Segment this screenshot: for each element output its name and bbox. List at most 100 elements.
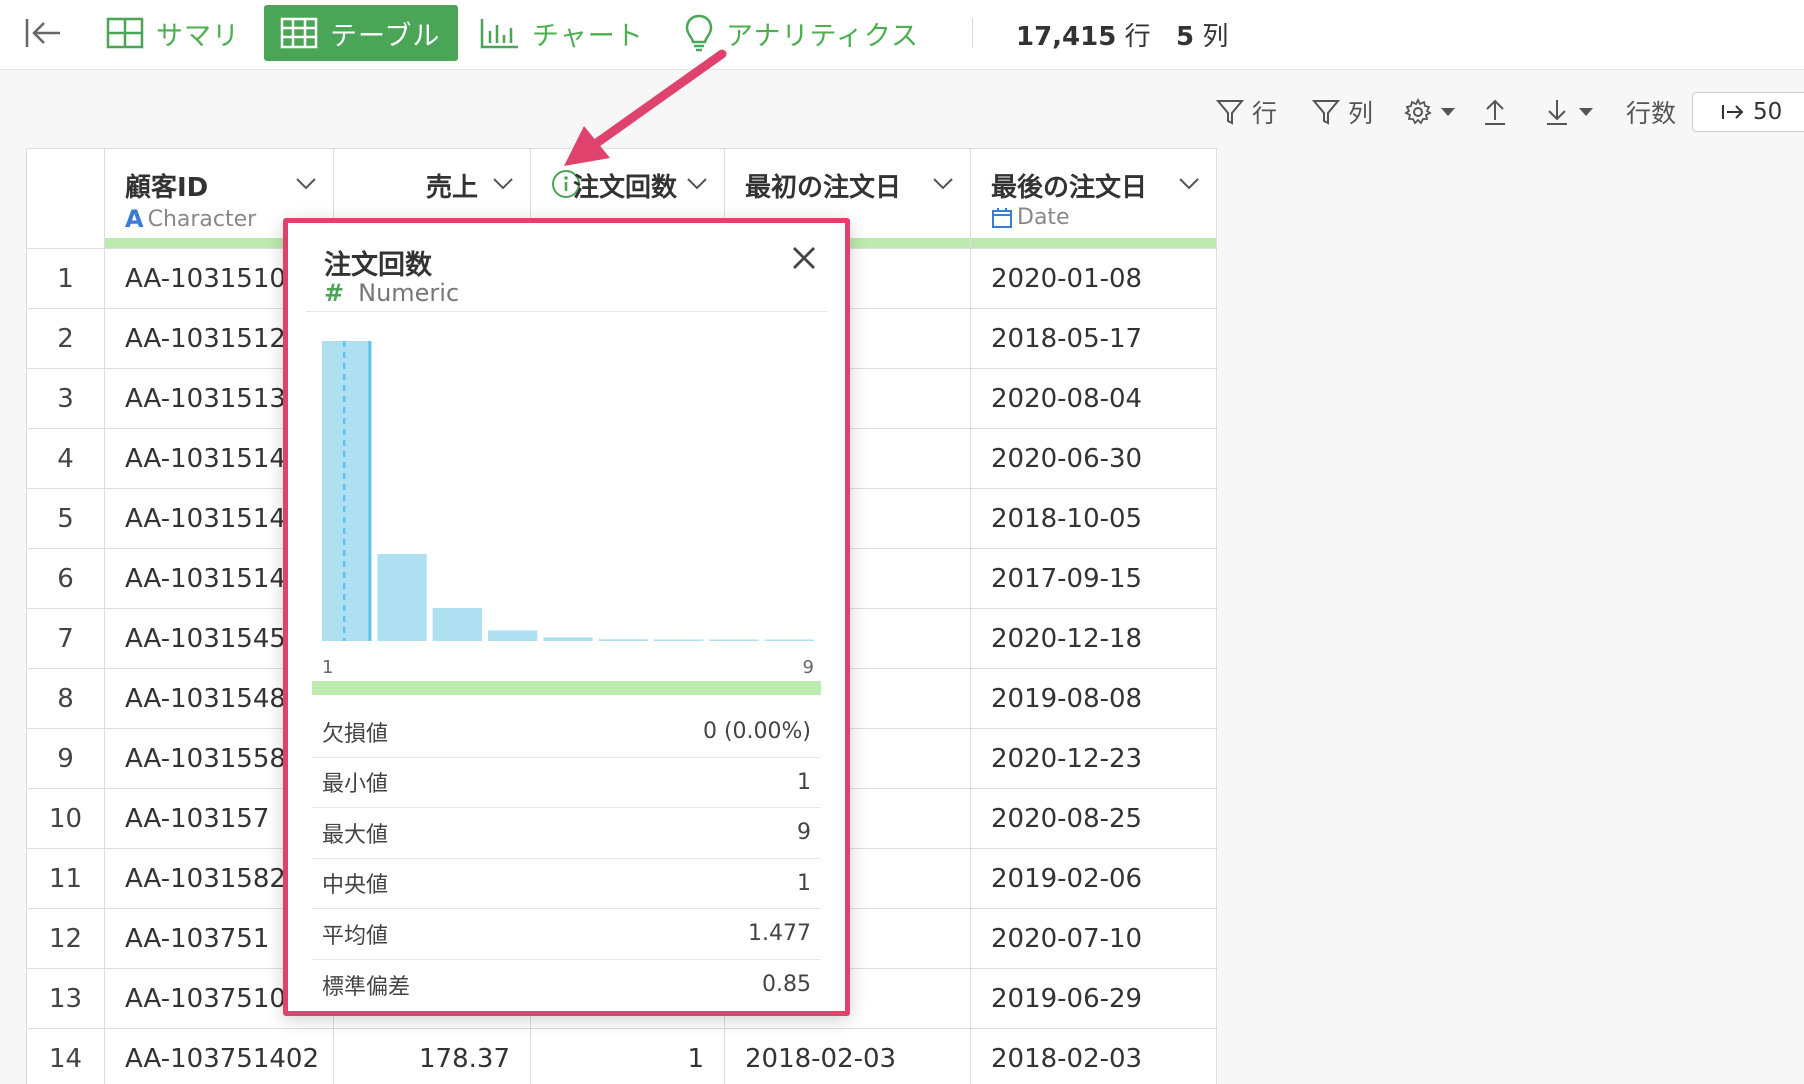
row-number: 3 <box>27 369 105 428</box>
stat-label: 最大値 <box>322 822 389 848</box>
stat-value: 1 <box>797 870 811 896</box>
tab-summary[interactable]: サマリ <box>90 5 256 61</box>
column-count: 5 列 <box>1176 16 1228 53</box>
popup-type: # Numeric <box>324 279 459 307</box>
table-icon <box>280 17 318 49</box>
rows-label: 行数 <box>1626 92 1676 132</box>
upload-button[interactable] <box>1482 92 1508 132</box>
last-order-date-cell[interactable]: 2020-01-08 <box>971 249 1217 308</box>
stats-list: 欠損値 0 (0.00%) 最小値 1 最大値 9 中央値 1 平均値 1.477 標準偏差 0.85 <box>312 707 821 1010</box>
tab-analytics-label: アナリティクス <box>726 20 920 52</box>
customer-id-cell[interactable]: AA-103751402 <box>105 1029 334 1084</box>
last-order-date-cell[interactable]: 2018-10-05 <box>971 489 1217 548</box>
last-order-date-cell[interactable]: 2017-09-15 <box>971 549 1217 608</box>
last-order-date-cell[interactable]: 2019-02-06 <box>971 849 1217 908</box>
collapse-left-icon[interactable] <box>24 16 62 50</box>
toolbar-divider <box>972 18 973 48</box>
column-title: 売上 <box>426 173 479 203</box>
tab-table-label: テーブル <box>330 20 441 52</box>
popup-divider <box>306 311 827 312</box>
filter-icon <box>1216 100 1244 125</box>
settings-button[interactable] <box>1404 92 1456 132</box>
last-order-date-cell[interactable]: 2020-12-18 <box>971 609 1217 668</box>
last-order-date-cell[interactable]: 2020-12-23 <box>971 729 1217 788</box>
histogram-chart <box>322 341 814 642</box>
row-number: 6 <box>27 549 105 608</box>
column-type-label: Date <box>1017 205 1070 230</box>
filter-icon <box>1312 100 1340 125</box>
arrow-right-bar-icon <box>1722 105 1744 119</box>
stat-row: 最小値 1 <box>312 758 821 808</box>
popup-title: 注文回数 <box>324 250 432 281</box>
caret-down-icon <box>1441 108 1455 116</box>
histogram: 1 9 <box>322 341 814 678</box>
row-number: 8 <box>27 669 105 728</box>
row-number: 14 <box>27 1029 105 1084</box>
download-button[interactable] <box>1544 92 1594 132</box>
upload-icon <box>1485 99 1505 125</box>
tab-summary-label: サマリ <box>156 20 240 52</box>
chevron-down-icon[interactable] <box>492 177 514 191</box>
row-number-header <box>27 149 105 248</box>
column-count-value: 5 <box>1176 22 1195 52</box>
last-order-date-cell[interactable]: 2020-06-30 <box>971 429 1217 488</box>
row-number: 4 <box>27 429 105 488</box>
grid-icon <box>106 17 144 49</box>
gear-icon <box>1404 98 1432 125</box>
column-title: 最後の注文日 <box>991 173 1148 203</box>
last-order-date-cell[interactable]: 2019-08-08 <box>971 669 1217 728</box>
stat-value: 0.85 <box>762 972 811 998</box>
order-count-cell[interactable]: 1 <box>531 1029 725 1084</box>
histogram-bar[interactable] <box>654 639 704 642</box>
last-order-date-cell[interactable]: 2018-02-03 <box>971 1029 1217 1084</box>
first-order-date-cell[interactable]: 2018-02-03 <box>725 1029 971 1084</box>
row-filter-button[interactable]: 行 <box>1216 92 1277 132</box>
stat-label: 中央値 <box>322 873 389 899</box>
character-icon: A <box>125 205 144 233</box>
row-count-value: 17,415 <box>1016 22 1117 52</box>
column-summary-popup: 注文回数 # Numeric 1 9 欠損値 0 (0.00%) 最小値 1 最大値 9 中… <box>283 218 850 1016</box>
rows-per-page-value: 50 <box>1753 99 1783 125</box>
stat-value: 0 (0.00%) <box>702 719 811 745</box>
rows-label-text: 行数 <box>1626 99 1677 128</box>
stat-row: 中央値 1 <box>312 859 821 909</box>
top-toolbar: サマリ テーブル チャート アナリティクス 17,415 行 5 列 <box>0 0 1804 70</box>
histogram-max-label: 9 <box>802 657 814 678</box>
column-type-label: Character <box>147 206 257 232</box>
annotation-arrow-icon <box>564 49 727 166</box>
histogram-bar[interactable] <box>377 554 427 641</box>
rows-per-page-select[interactable]: 50 <box>1692 92 1804 132</box>
chevron-down-icon[interactable] <box>1178 177 1200 191</box>
last-order-date-cell[interactable]: 2020-08-04 <box>971 369 1217 428</box>
last-order-date-cell[interactable]: 2018-05-17 <box>971 309 1217 368</box>
histogram-min-label: 1 <box>322 657 334 678</box>
histogram-bar[interactable] <box>432 608 482 641</box>
histogram-bar[interactable] <box>322 341 372 641</box>
histogram-bar[interactable] <box>543 637 593 641</box>
stat-label: 欠損値 <box>322 721 389 747</box>
chevron-down-icon[interactable] <box>932 177 954 191</box>
tab-table[interactable]: テーブル <box>264 5 458 61</box>
last-order-date-cell[interactable]: 2019-06-29 <box>971 969 1217 1028</box>
stat-value: 1 <box>797 769 811 795</box>
bar-chart-icon <box>480 19 518 49</box>
column-filter-button[interactable]: 列 <box>1312 92 1373 132</box>
close-icon[interactable] <box>791 245 817 271</box>
column-title: 最初の注文日 <box>745 173 902 203</box>
table-row[interactable]: 14 AA-103751402 178.37 1 2018-02-03 2018-02-0… <box>27 1029 1218 1084</box>
sales-cell[interactable]: 178.37 <box>334 1029 531 1084</box>
histogram-bar[interactable] <box>598 639 648 641</box>
last-order-date-cell[interactable]: 2020-07-10 <box>971 909 1217 968</box>
row-number: 11 <box>27 849 105 908</box>
histogram-bar[interactable] <box>764 639 814 642</box>
column-title: 顧客ID <box>125 173 209 203</box>
chevron-down-icon[interactable] <box>295 177 317 191</box>
last-order-date-cell[interactable]: 2020-08-25 <box>971 789 1217 848</box>
histogram-bar[interactable] <box>488 630 538 642</box>
row-number: 2 <box>27 309 105 368</box>
column-type: Date <box>991 205 1070 230</box>
stat-row: 平均値 1.477 <box>312 909 821 960</box>
histogram-bar[interactable] <box>709 639 759 642</box>
column-header-last-order-date[interactable]: 最後の注文日 Date <box>971 149 1217 248</box>
row-number: 10 <box>27 789 105 848</box>
